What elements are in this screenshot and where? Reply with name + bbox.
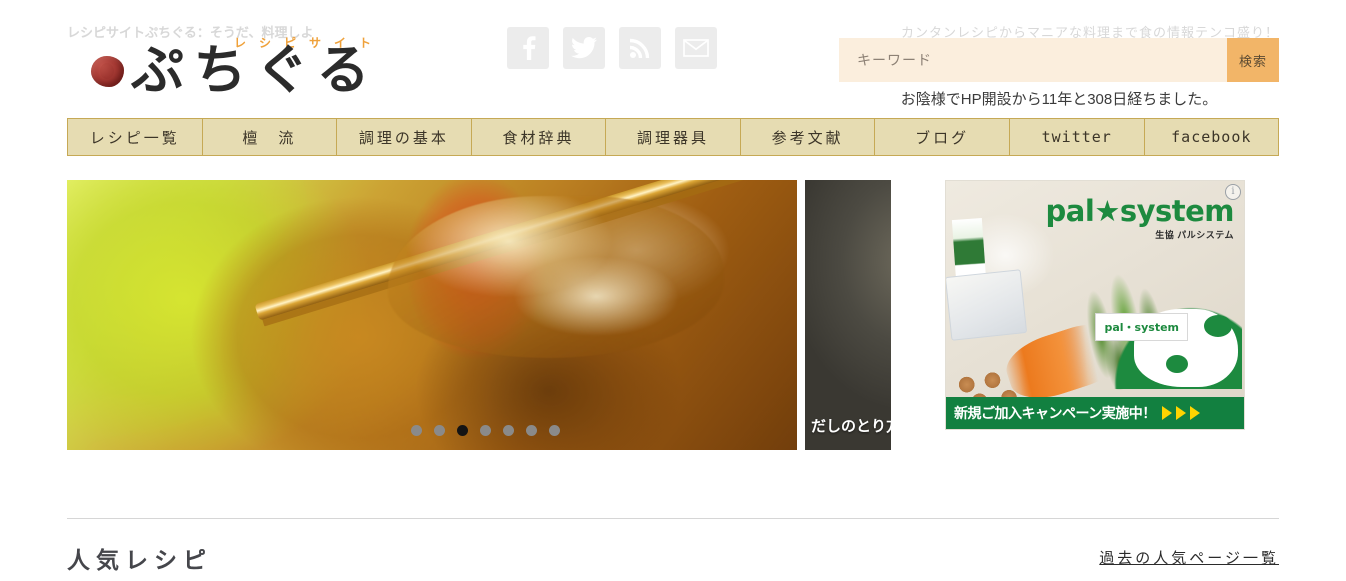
slider-dot-active[interactable] [457, 425, 468, 436]
nav-item-recipe-list[interactable]: レシピ一覧 [68, 119, 203, 155]
page-container: レシピサイトぷちぐる：そうだ、料理しよ カンタンレシピからマニアな料理まで食の情… [67, 0, 1279, 581]
site-header: レシピサイトぷちぐる：そうだ、料理しよ カンタンレシピからマニアな料理まで食の情… [67, 0, 1279, 118]
hero-slide-next-caption: だしのとり方 [811, 418, 891, 435]
anniversary-text: お陰様でHP開設から11年と308日経ちました。 [900, 91, 1218, 108]
ad-logo-text: pal★system [1045, 194, 1235, 228]
social-links [507, 27, 717, 69]
ad-campaign-text: 新規ご加入キャンペーン実施中！ [954, 405, 1156, 421]
ad-arrows [1161, 406, 1200, 420]
nav-item-cookware[interactable]: 調理器具 [606, 119, 741, 155]
star-icon: ★ [1094, 194, 1120, 228]
site-logo[interactable]: レシピサイト ぷちぐる [79, 34, 409, 100]
past-popular-pages-link[interactable]: 過去の人気ページ一覧 [1099, 547, 1279, 568]
ad-tofu-pack-icon [946, 269, 1028, 341]
rss-icon[interactable] [619, 27, 661, 69]
search-button[interactable]: 検索 [1227, 38, 1279, 82]
ad-logo-subtitle: 生協 パルシステム [1155, 230, 1234, 240]
nav-item-ingredient-dictionary[interactable]: 食材辞典 [472, 119, 607, 155]
logo-wordmark: ぷちぐる [131, 40, 379, 101]
info-icon[interactable]: i [1225, 184, 1241, 200]
ad-logo-system: system [1119, 194, 1235, 228]
ad-cow-spot-icon [1166, 355, 1188, 373]
triangle-right-icon [1175, 406, 1186, 420]
popular-recipes-header: 人気レシピ 過去の人気ページ一覧 [67, 541, 1279, 581]
advertisement-banner[interactable]: pal・system pal★system 生協 パルシステム i 新規ご加入キ… [945, 180, 1245, 430]
page-title: 人気レシピ [67, 547, 212, 573]
triangle-right-icon [1189, 406, 1200, 420]
triangle-right-icon [1161, 406, 1172, 420]
hero-slide-current[interactable] [67, 180, 797, 450]
slider-dot[interactable] [480, 425, 491, 436]
search-form: 検索 [839, 38, 1279, 82]
ad-logo: pal★system 生協 パルシステム [1045, 194, 1235, 240]
search-input[interactable] [839, 38, 1227, 82]
red-seal-icon [91, 56, 124, 87]
hero-slide-next[interactable]: だしのとり方 [805, 180, 891, 450]
nav-item-blog[interactable]: ブログ [875, 119, 1010, 155]
nav-item-dan-ryu[interactable]: 檀 流 [203, 119, 338, 155]
facebook-icon[interactable] [507, 27, 549, 69]
main-nav: レシピ一覧 檀 流 調理の基本 食材辞典 調理器具 参考文献 ブログ twitt… [67, 118, 1279, 156]
slider-dot[interactable] [549, 425, 560, 436]
nav-item-facebook[interactable]: facebook [1145, 119, 1279, 155]
slider-dots [411, 425, 560, 436]
twitter-icon[interactable] [563, 27, 605, 69]
section-divider [67, 518, 1279, 519]
slider-dot[interactable] [503, 425, 514, 436]
ad-campaign-banner[interactable]: 新規ご加入キャンペーン実施中！ [946, 397, 1244, 429]
ad-logo-pal: pal [1045, 194, 1095, 228]
mail-icon[interactable] [675, 27, 717, 69]
nav-item-references[interactable]: 参考文献 [741, 119, 876, 155]
slider-dot[interactable] [411, 425, 422, 436]
hero-food-photo [67, 180, 797, 450]
hero-row: だしのとり方 pal・system [67, 180, 1279, 454]
ad-cow-badge-label: pal・system [1095, 313, 1188, 341]
slider-dot[interactable] [434, 425, 445, 436]
nav-item-cooking-basics[interactable]: 調理の基本 [337, 119, 472, 155]
nav-item-twitter[interactable]: twitter [1010, 119, 1145, 155]
ad-cow-spot-icon [1204, 315, 1232, 337]
slider-dot[interactable] [526, 425, 537, 436]
hero-slider[interactable]: だしのとり方 [67, 180, 891, 450]
